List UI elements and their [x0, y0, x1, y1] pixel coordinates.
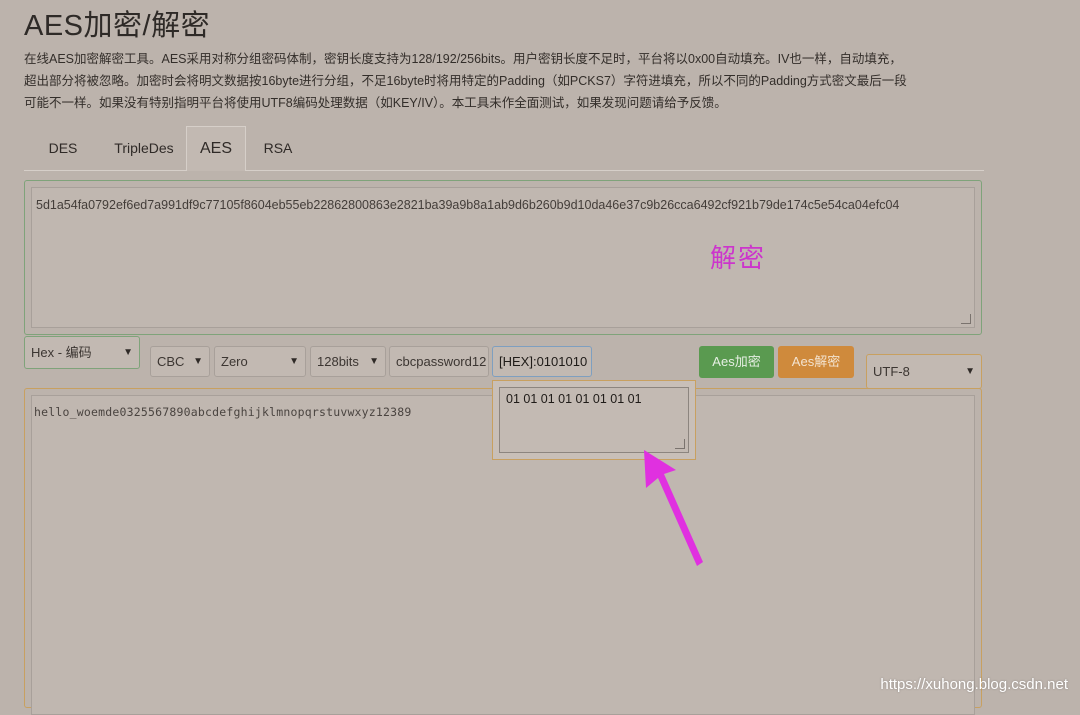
arrow-icon [644, 450, 703, 566]
watermark: https://xuhong.blog.csdn.net [880, 676, 1068, 693]
arrow-annotation [644, 450, 703, 566]
